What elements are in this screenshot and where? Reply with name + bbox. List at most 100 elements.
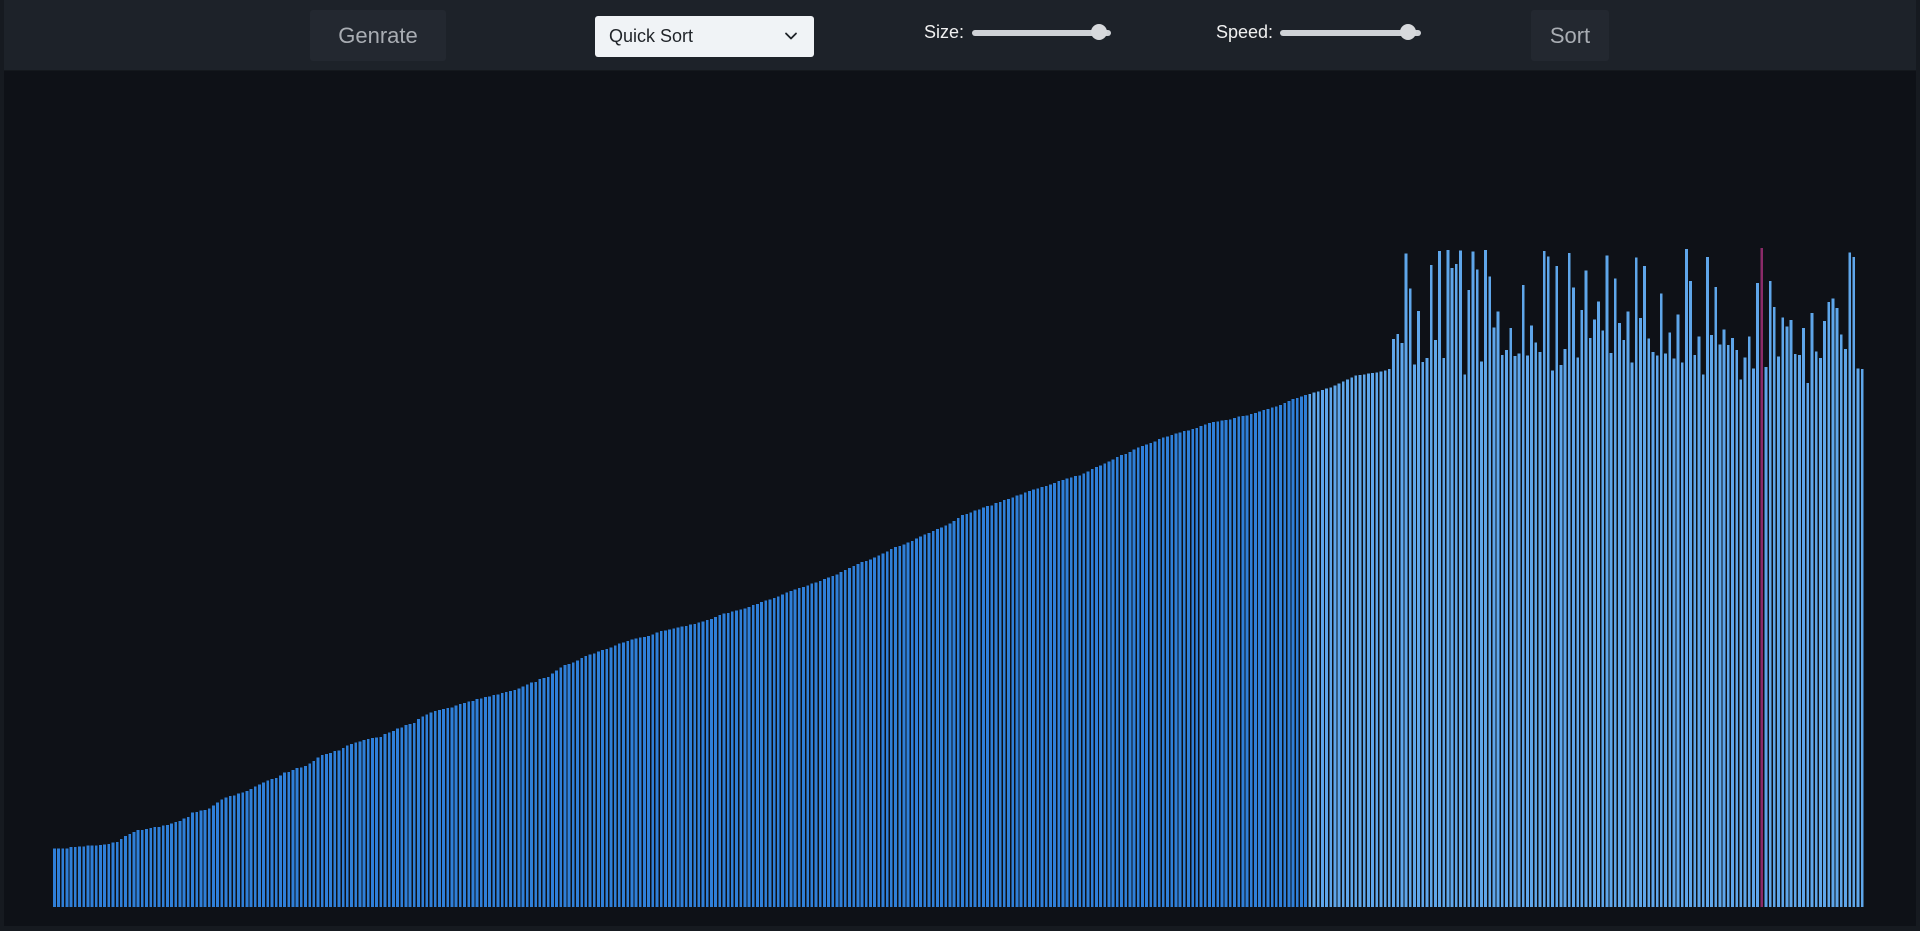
array-bar [1710,335,1713,907]
speed-slider-thumb[interactable] [1400,24,1416,40]
array-bar [1375,372,1379,907]
array-bar [1546,256,1550,907]
array-bar [224,797,228,907]
array-bar [1680,362,1684,908]
array-bar [94,845,98,907]
array-bar [107,843,111,907]
array-bar [1559,365,1563,907]
array-bar [1672,358,1676,907]
array-bar [90,845,94,907]
array-bar [1852,256,1856,907]
array-bar [1689,281,1693,907]
array-bar [404,725,408,907]
array-bar [1337,383,1341,907]
array-bar [806,585,810,907]
array-bar [1647,338,1651,908]
array-bar [1509,328,1513,907]
array-bar [1061,479,1065,907]
array-bar [1839,334,1843,907]
array-bar [1655,355,1659,907]
array-bar [894,547,897,907]
size-slider[interactable] [972,24,1111,40]
array-bar [584,655,588,907]
array-bar [1601,330,1605,907]
array-bar [1659,293,1663,908]
array-bar [793,589,797,907]
array-bar [325,753,328,907]
array-bar [877,555,881,907]
array-bar [1354,375,1358,907]
speed-slider[interactable] [1280,24,1421,40]
array-bar [1484,249,1487,907]
array-bar [772,597,776,907]
array-bar [1425,358,1429,907]
array-bar [500,693,504,907]
array-bar [1002,500,1006,907]
array-bar [1777,356,1780,908]
array-bar [199,810,203,907]
array-bar [1802,328,1806,907]
visualizer-canvas [4,71,1916,926]
array-bar [1040,487,1044,907]
array-bar [555,670,558,907]
array-bar [864,560,868,907]
array-bar [99,845,102,907]
array-bar [1592,319,1596,907]
array-bar [216,802,219,907]
array-bar [1379,371,1383,908]
array-bar [965,513,969,907]
array-bar [387,732,391,907]
array-bar [948,523,952,907]
array-bar [471,700,475,907]
size-slider-track[interactable] [972,30,1111,36]
array-bar [1212,421,1215,907]
array-bar [848,567,851,907]
array-bar [617,643,621,907]
array-bar [735,610,738,907]
array-bar [375,737,379,907]
array-bar [1475,269,1479,908]
algorithm-select[interactable]: Quick Sort [595,16,814,57]
array-bar [1551,370,1554,907]
array-bar [145,828,148,907]
generate-array-button[interactable]: Genrate Array [310,10,446,99]
array-bar [1651,352,1655,907]
array-bar [977,509,981,907]
array-bar [952,521,956,907]
array-bar [1383,370,1387,907]
array-bar [710,618,713,907]
array-bar [597,651,600,907]
array-bar [513,689,517,907]
array-bar [295,768,299,907]
size-slider-thumb[interactable] [1091,24,1108,40]
array-bar [496,694,500,907]
array-bar [873,557,876,907]
array-bar [278,775,282,907]
array-bar [940,527,943,907]
sort-button[interactable]: Sort [1531,10,1609,61]
array-bar [672,628,676,907]
array-bar [1228,419,1232,907]
array-bar [207,808,211,907]
array-bar [651,634,655,907]
array-bar [567,663,571,907]
array-bar [693,624,697,907]
array-bar [1396,333,1400,907]
array-bar [366,738,370,907]
array-bar [663,630,667,907]
array-bar [1626,311,1630,908]
array-bar [479,698,483,907]
array-bar [1781,317,1785,908]
array-bar [1090,468,1094,907]
array-bar [622,642,625,907]
array-bar [1115,457,1119,907]
array-bar [931,530,935,907]
array-bar [1722,329,1726,908]
array-bar [417,719,420,907]
array-bar [73,847,77,907]
array-bar [1195,427,1199,907]
array-bar [1187,430,1190,907]
array-bar [86,845,90,907]
array-bar [433,710,437,907]
array-bar [157,826,161,907]
